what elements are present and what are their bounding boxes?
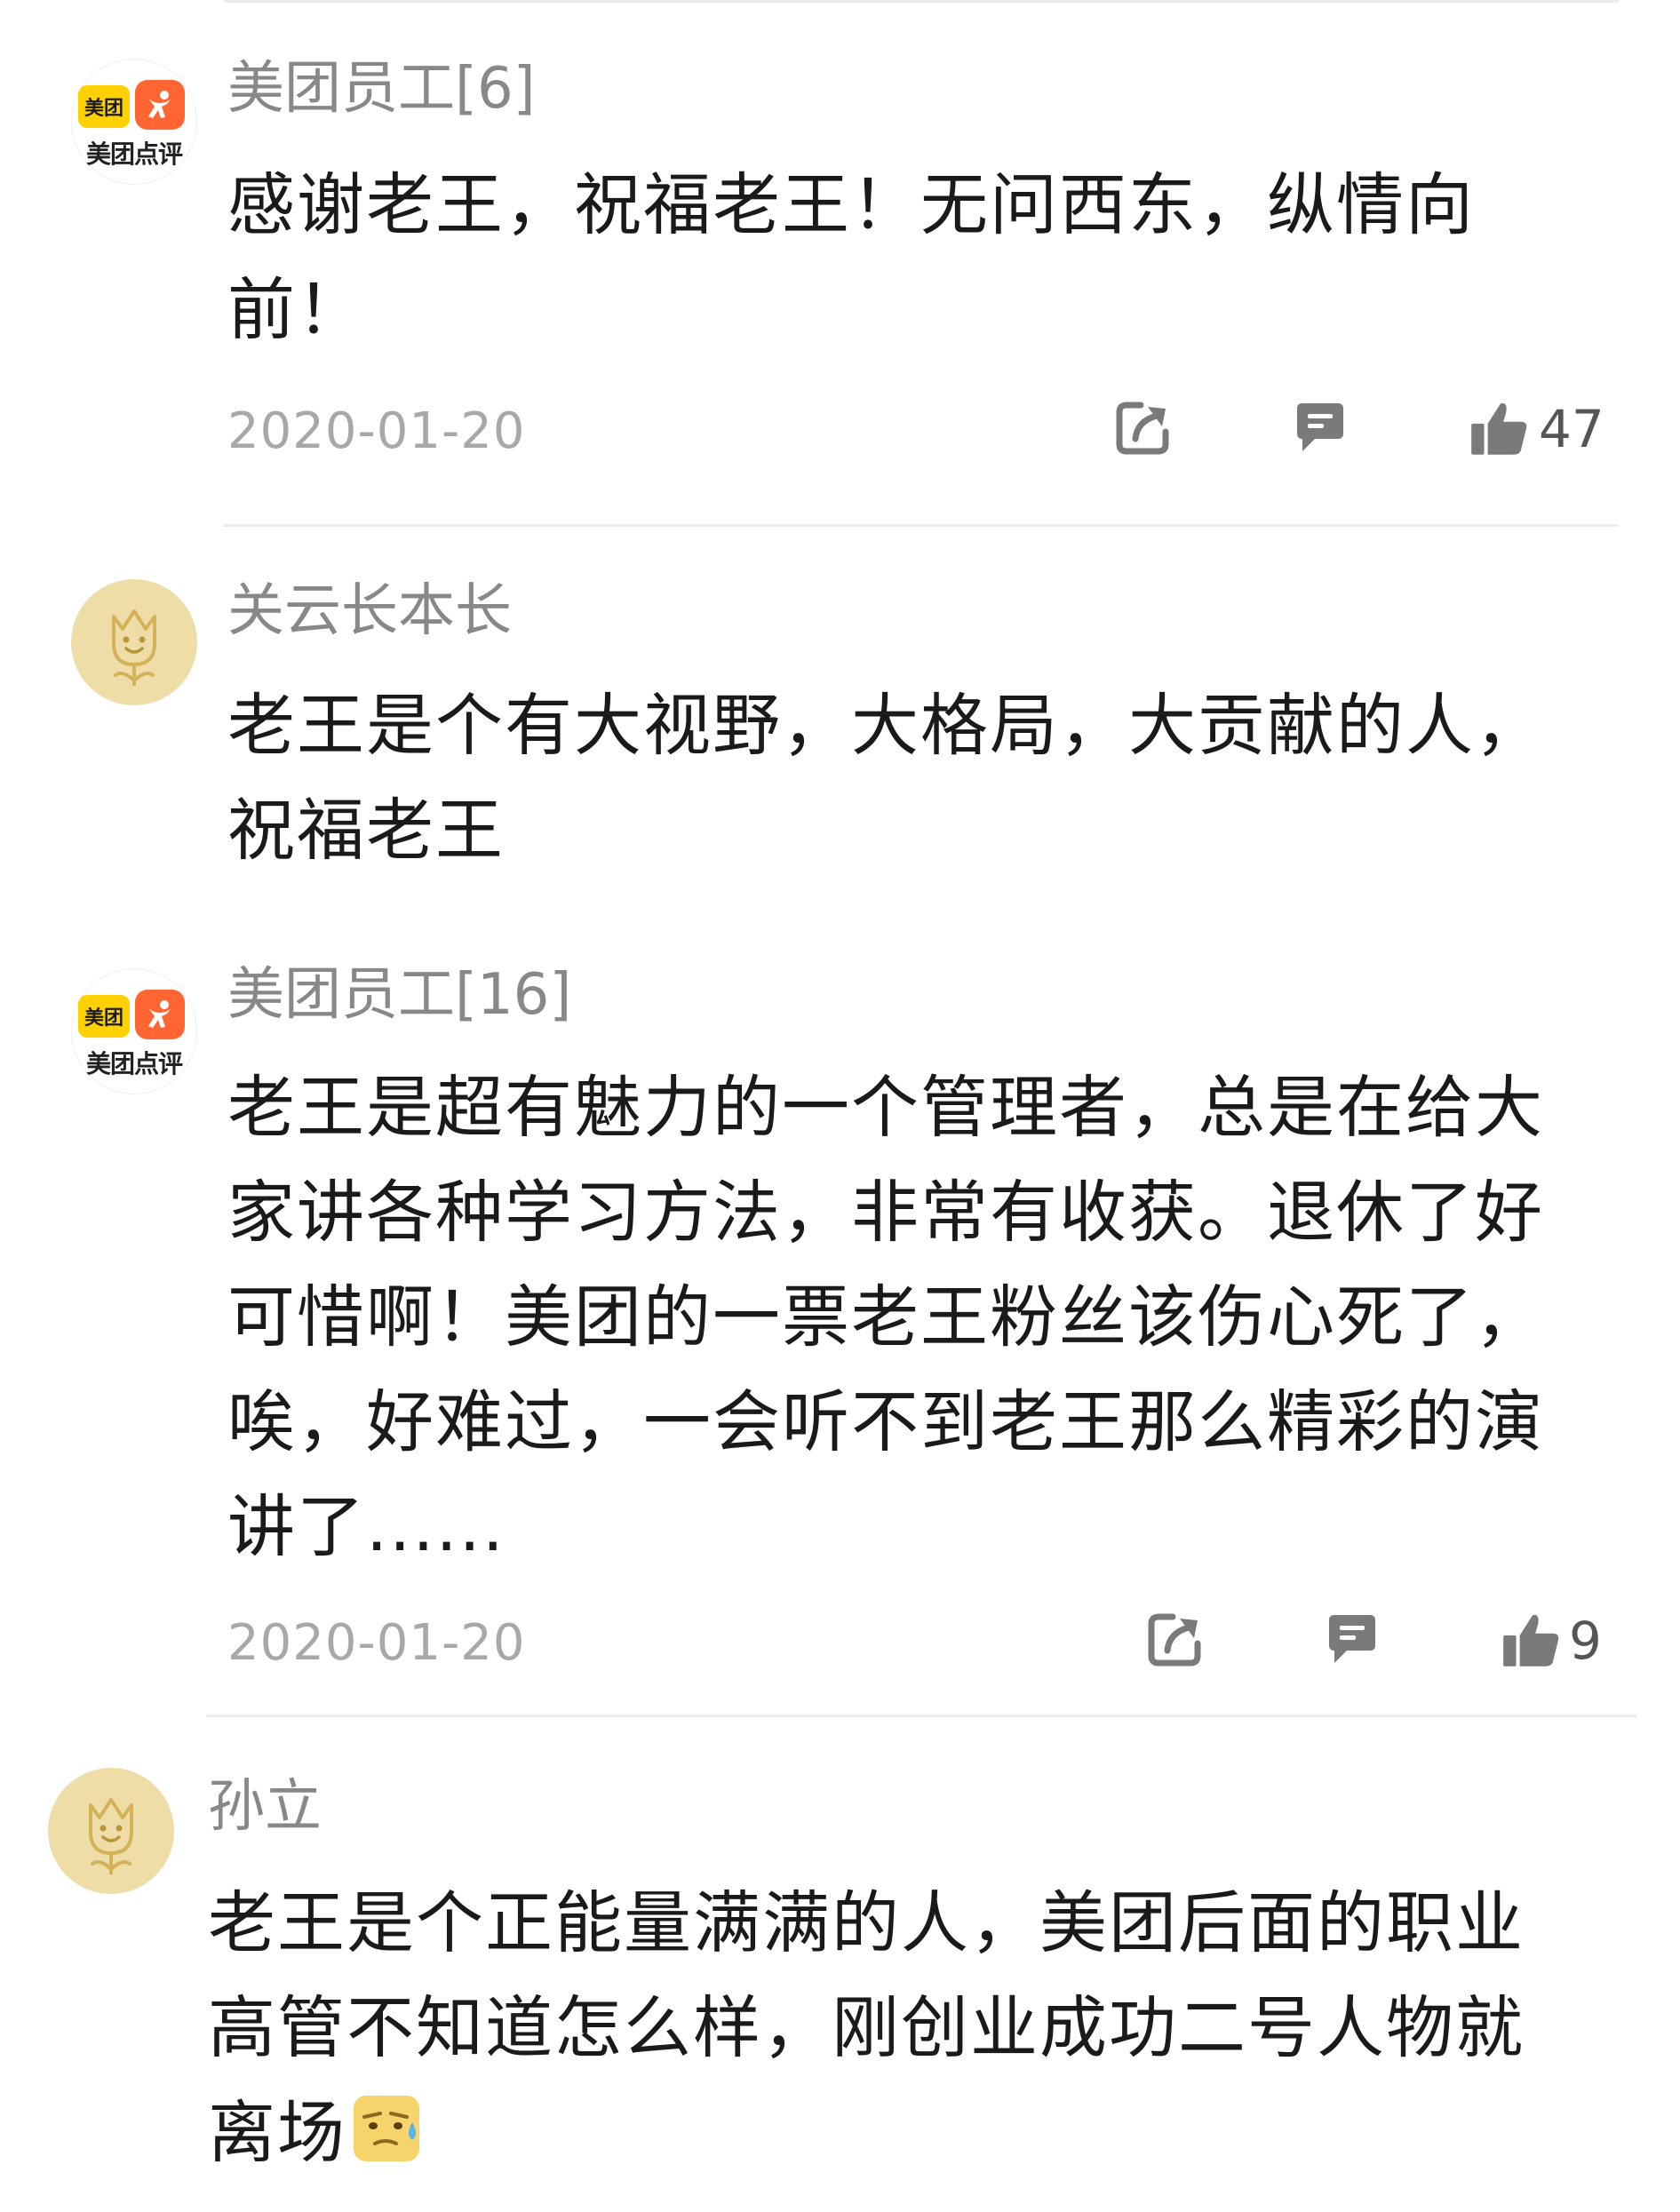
comment-line: 老王是个正能量满满的人，美团后面的职业: [208, 1883, 1525, 1962]
comment-actions: 47: [1111, 396, 1626, 467]
share-forward-icon[interactable]: [1143, 1608, 1206, 1675]
comment-line: 讲了......: [227, 1487, 506, 1566]
username[interactable]: 孙立: [208, 1778, 322, 1835]
comment-text: 老王是个有大视野，大格局，大贡献的人， 祝福老王: [227, 673, 1622, 883]
share-forward-icon[interactable]: [1111, 396, 1174, 464]
comment-line: 唉，好难过，一会听不到老王那么精彩的演: [227, 1382, 1544, 1461]
dianping-logo-icon: [135, 80, 185, 130]
comment-text: 感谢老王，祝福老王！无问西东，纵情向 前！: [227, 153, 1613, 362]
sweat-emoji-icon: [350, 2090, 426, 2167]
like-count: 47: [1539, 399, 1604, 459]
comment-text: 老王是个正能量满满的人，美团后面的职业 高管不知道怎么样，刚创业成功二号人物就 …: [208, 1871, 1638, 2185]
comment-date: 2020-01-20: [227, 402, 526, 460]
username[interactable]: 美团员工[16]: [227, 967, 571, 1023]
comment-item: 美团 美团点评 美团员工[6] 感谢老王，祝福老王！无问西东，纵情向 前！ 20…: [0, 0, 1680, 524]
dianping-logo-icon: [135, 990, 185, 1039]
avatar-caption: 美团点评: [85, 139, 183, 169]
meituan-logo: 美团: [78, 85, 130, 128]
avatar-caption: 美团点评: [85, 1049, 183, 1078]
comment-line: 祝福老王: [227, 791, 505, 870]
thumbs-up-icon[interactable]: [1466, 396, 1532, 465]
comment-text: 老王是超有魅力的一个管理者，总是在给大 家讲各种学习方法，非常有收获。退休了好 …: [227, 1055, 1631, 1579]
tulip-avatar-icon: [112, 609, 156, 686]
comment-line: 感谢老王，祝福老王！无问西东，纵情向: [227, 165, 1475, 244]
avatar[interactable]: [71, 579, 197, 705]
comment-item: 孙立 老王是个正能量满满的人，美团后面的职业 高管不知道怎么样，刚创业成功二号人…: [0, 1715, 1680, 2212]
comment-line-text: 离场: [208, 2093, 346, 2172]
username[interactable]: 美团员工[6]: [227, 60, 536, 117]
comment-reply-icon[interactable]: [1320, 1608, 1384, 1675]
tulip-avatar-icon: [89, 1798, 133, 1874]
thumbs-up-icon[interactable]: [1498, 1608, 1564, 1677]
username[interactable]: 关云长本长: [227, 583, 512, 640]
comment-item: 美团 美团点评 美团员工[16] 老王是超有魅力的一个管理者，总是在给大 家讲各…: [0, 924, 1680, 1715]
comment-line: 家讲各种学习方法，非常有收获。退休了好: [227, 1173, 1544, 1252]
comment-line: 可惜啊！美团的一票老王粉丝该伤心死了，: [227, 1277, 1544, 1357]
like-count: 9: [1569, 1611, 1602, 1671]
comment-reply-icon[interactable]: [1288, 396, 1352, 464]
avatar[interactable]: 美团 美团点评: [71, 968, 197, 1094]
comment-line: 离场: [208, 2081, 1638, 2185]
avatar[interactable]: 美团 美团点评: [71, 59, 197, 185]
comment-item: 关云长本长 老王是个有大视野，大格局，大贡献的人， 祝福老王: [0, 524, 1680, 924]
avatar[interactable]: [48, 1768, 174, 1894]
comment-line: 老王是个有大视野，大格局，大贡献的人，: [227, 686, 1544, 765]
meituan-logo: 美团: [78, 995, 130, 1038]
comment-line: 老王是超有魅力的一个管理者，总是在给大: [227, 1068, 1544, 1147]
comment-actions: 9: [1143, 1608, 1640, 1679]
comment-date: 2020-01-20: [227, 1614, 526, 1672]
comment-line: 前！: [227, 270, 366, 349]
comment-line: 高管不知道怎么样，刚创业成功二号人物就: [208, 1988, 1525, 2067]
